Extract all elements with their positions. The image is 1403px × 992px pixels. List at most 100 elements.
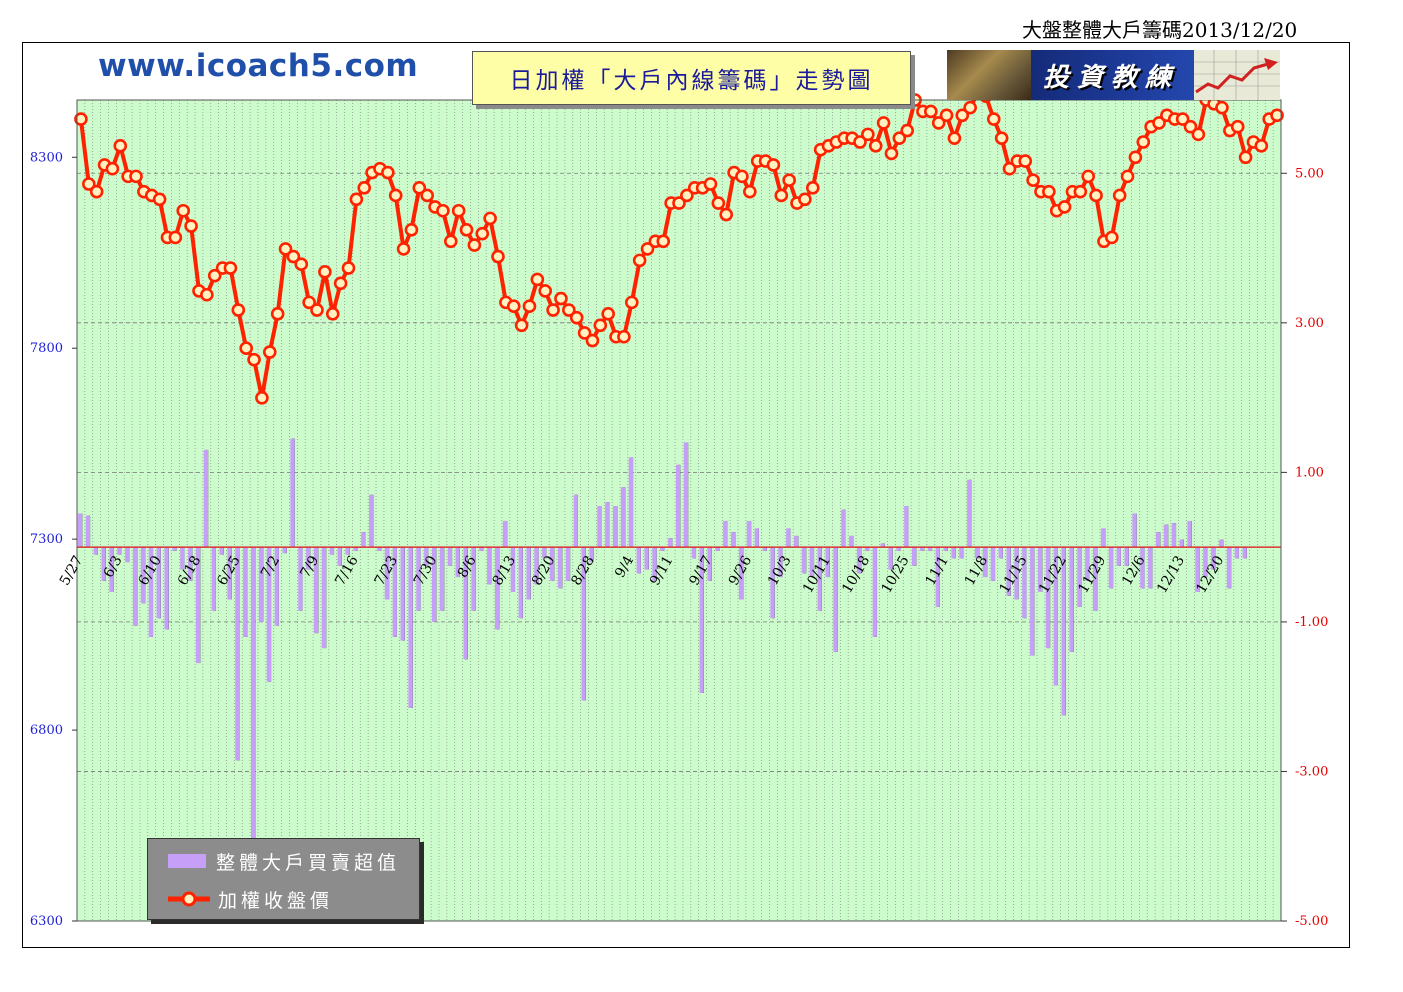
bar-fill xyxy=(833,547,838,652)
close-price-point xyxy=(1026,173,1040,187)
left-axis-tick-label: 7300 xyxy=(30,532,63,547)
net-buy-bar xyxy=(1148,547,1153,589)
close-price-point xyxy=(530,272,545,287)
bar-fill xyxy=(518,547,523,619)
close-price-point xyxy=(262,345,277,359)
close-price-point xyxy=(467,238,482,252)
close-price-point xyxy=(310,303,324,317)
close-price-point xyxy=(585,333,600,348)
net-buy-bar xyxy=(833,547,838,652)
bar-swatch-icon xyxy=(168,854,206,868)
net-buy-bar xyxy=(628,457,634,548)
legend-item-close: 加權收盤價 xyxy=(168,886,333,912)
site-url[interactable]: www.icoach5.com xyxy=(98,48,418,84)
close-price-point xyxy=(1089,188,1103,203)
close-price-point xyxy=(546,303,560,317)
net-buy-bar xyxy=(290,438,295,548)
close-price-point xyxy=(270,307,285,321)
chart-legend: 整體大戶買賣超值 加權收盤價 xyxy=(147,838,420,920)
close-price-point xyxy=(388,188,403,203)
bar-fill xyxy=(282,547,287,554)
close-price-point xyxy=(436,203,450,218)
close-price-point xyxy=(1081,169,1096,184)
close-price-point xyxy=(1120,169,1135,184)
net-buy-bar xyxy=(990,547,996,581)
net-buy-bar xyxy=(1116,547,1121,566)
bar-fill xyxy=(628,457,634,548)
bar-fill xyxy=(219,547,224,555)
bar-fill xyxy=(904,506,909,548)
right-axis-tick-label: 1.00 xyxy=(1295,465,1324,480)
net-buy-bar xyxy=(872,547,878,637)
close-price-point xyxy=(318,265,332,279)
net-buy-bar xyxy=(361,532,366,548)
close-price-point xyxy=(593,318,608,333)
close-price-point xyxy=(223,261,238,275)
bar-fill xyxy=(683,442,689,548)
bar-fill xyxy=(1069,547,1074,652)
net-buy-bar xyxy=(219,547,224,555)
net-buy-bar xyxy=(369,494,374,548)
bar-fill xyxy=(668,538,673,548)
bar-fill xyxy=(565,547,571,581)
net-buy-bar xyxy=(321,547,327,649)
net-buy-bar xyxy=(1179,539,1184,548)
rising-arrow-icon xyxy=(1194,50,1280,100)
close-price-point xyxy=(876,116,891,130)
close-price-point xyxy=(861,127,875,142)
bar-fill xyxy=(1218,539,1224,548)
bar-fill xyxy=(754,528,759,548)
bar-fill xyxy=(93,547,98,555)
bar-fill xyxy=(557,547,563,589)
net-buy-bar xyxy=(612,506,618,548)
close-price-point xyxy=(1191,127,1206,142)
bar-fill xyxy=(573,494,578,548)
net-buy-bar xyxy=(967,479,972,548)
bar-fill xyxy=(1163,524,1169,548)
bar-fill xyxy=(408,547,413,708)
close-price-point xyxy=(703,177,718,191)
bar-fill xyxy=(494,547,500,630)
close-price-point xyxy=(1230,119,1245,134)
close-price-point xyxy=(176,203,191,218)
close-price-point xyxy=(420,188,434,203)
bar-fill xyxy=(951,547,956,559)
close-price-point xyxy=(624,295,639,310)
close-price-point xyxy=(349,192,364,207)
net-buy-bar xyxy=(841,509,846,548)
close-price-point xyxy=(805,181,820,195)
bar-fill xyxy=(1179,539,1184,548)
close-price-point xyxy=(798,192,812,207)
bar-fill xyxy=(746,520,752,548)
bar-fill xyxy=(959,547,964,559)
net-buy-bar xyxy=(668,538,673,548)
chart-title-box: 日加權「大戶內線籌碼」走勢圖 xyxy=(472,51,911,105)
bar-fill xyxy=(502,520,508,548)
net-buy-bar xyxy=(447,547,453,566)
close-price-point xyxy=(1057,200,1072,214)
close-price-point xyxy=(963,100,977,115)
close-price-point xyxy=(168,230,183,245)
bar-fill xyxy=(1187,520,1192,548)
bar-fill xyxy=(1226,547,1232,589)
net-buy-bar xyxy=(132,547,138,626)
close-price-point xyxy=(1136,135,1151,149)
bar-fill xyxy=(636,547,641,574)
close-price-point xyxy=(554,291,568,306)
close-price-point xyxy=(743,184,757,199)
chart-title: 日加權「大戶內線籌碼」走勢圖 xyxy=(509,68,874,94)
close-price-point xyxy=(491,249,505,264)
close-price-point xyxy=(200,287,214,302)
bar-fill xyxy=(793,535,799,548)
net-buy-bar xyxy=(203,449,209,548)
bar-fill xyxy=(1030,547,1035,656)
bar-fill xyxy=(369,494,374,548)
net-buy-bar xyxy=(85,515,91,548)
bar-fill xyxy=(998,547,1003,559)
left-axis-tick-label: 6300 xyxy=(30,914,63,929)
net-buy-bar xyxy=(801,547,807,574)
left-axis-tick-label: 8300 xyxy=(30,150,63,165)
net-buy-bar xyxy=(644,547,649,570)
right-axis-tick-label: -5.00 xyxy=(1295,914,1328,929)
net-buy-bar xyxy=(754,528,759,548)
